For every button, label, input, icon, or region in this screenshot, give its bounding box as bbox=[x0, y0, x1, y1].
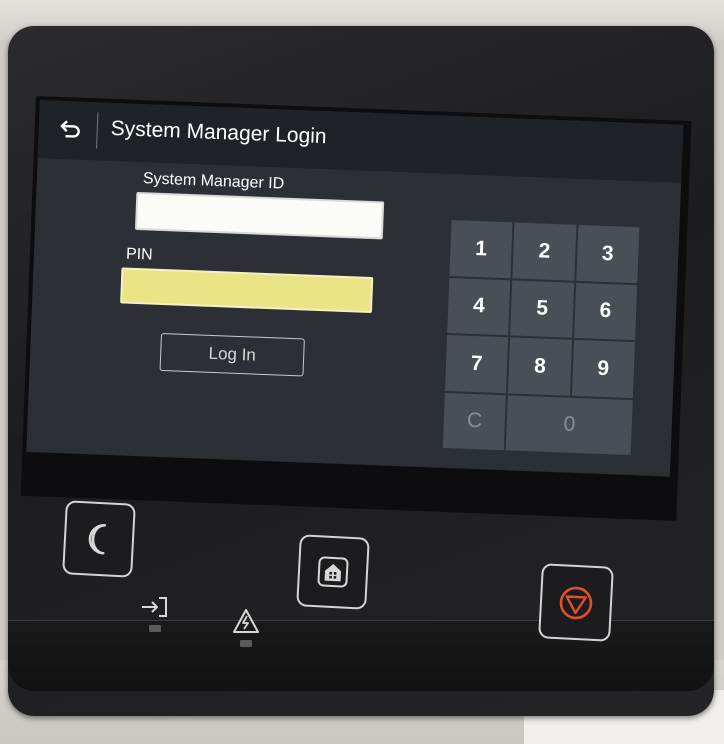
pin-field[interactable] bbox=[120, 267, 374, 314]
moon-icon bbox=[88, 523, 107, 555]
header-divider bbox=[96, 112, 99, 149]
key-5[interactable]: 5 bbox=[510, 279, 574, 338]
error-indicator bbox=[232, 608, 260, 647]
key-2[interactable]: 2 bbox=[512, 222, 577, 281]
key-7[interactable]: 7 bbox=[444, 334, 509, 393]
key-1[interactable]: 1 bbox=[449, 220, 513, 278]
key-6[interactable]: 6 bbox=[573, 282, 638, 341]
error-led bbox=[240, 640, 252, 647]
processing-data-indicator bbox=[140, 595, 170, 632]
key-8[interactable]: 8 bbox=[508, 337, 572, 396]
touch-screen: System Manager Login System Manager ID P… bbox=[20, 96, 692, 521]
key-4[interactable]: 4 bbox=[447, 277, 511, 336]
energy-saver-button[interactable] bbox=[62, 500, 136, 578]
home-button[interactable] bbox=[296, 534, 370, 610]
home-icon bbox=[317, 556, 349, 588]
key-clear[interactable]: C bbox=[442, 392, 507, 451]
processing-data-led bbox=[149, 625, 161, 632]
key-0[interactable]: 0 bbox=[506, 394, 633, 456]
system-manager-id-label: System Manager ID bbox=[142, 170, 285, 193]
login-screen: System Manager Login System Manager ID P… bbox=[26, 100, 684, 477]
warning-icon bbox=[233, 609, 259, 633]
back-button[interactable] bbox=[50, 111, 91, 149]
key-9[interactable]: 9 bbox=[571, 339, 635, 398]
data-arrow-icon bbox=[142, 597, 167, 617]
numeric-keypad: 1 2 3 4 5 6 7 8 9 C 0 bbox=[442, 220, 640, 456]
key-3[interactable]: 3 bbox=[575, 224, 640, 283]
page-title: System Manager Login bbox=[110, 116, 328, 149]
stop-button[interactable] bbox=[538, 563, 614, 642]
system-manager-id-field[interactable] bbox=[134, 191, 385, 240]
back-arrow-icon bbox=[60, 120, 80, 138]
pin-label: PIN bbox=[125, 245, 153, 264]
log-in-button[interactable]: Log In bbox=[159, 332, 305, 377]
stop-icon bbox=[559, 586, 593, 619]
